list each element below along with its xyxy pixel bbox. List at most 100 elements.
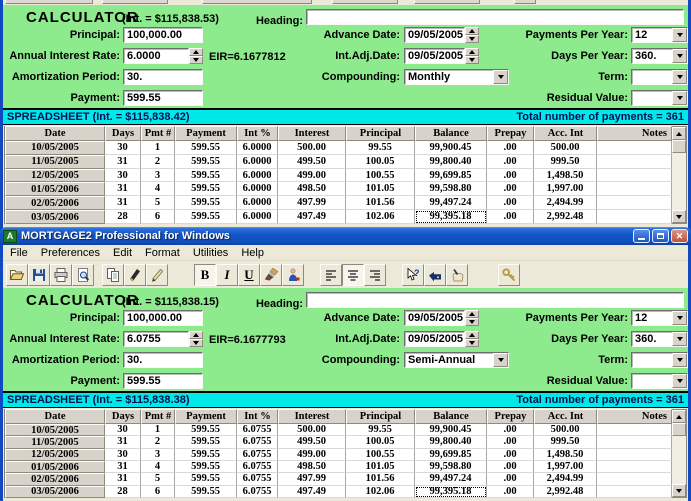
heading-input[interactable] bbox=[306, 292, 684, 308]
chevron-down-icon[interactable] bbox=[672, 28, 687, 42]
residual-value-select[interactable] bbox=[631, 90, 688, 106]
row-days-cell[interactable]: 30 bbox=[105, 169, 141, 183]
amortization-input[interactable]: 30. bbox=[123, 352, 203, 368]
row-prepay-cell[interactable]: .00 bbox=[487, 182, 534, 196]
row-days-cell[interactable]: 30 bbox=[105, 424, 141, 436]
row-acc-int-cell[interactable]: 500.00 bbox=[534, 141, 597, 155]
row-date-cell[interactable]: 01/05/2006 bbox=[5, 461, 105, 473]
pen-button[interactable] bbox=[146, 264, 168, 286]
row-int-pct-cell[interactable]: 6.0000 bbox=[237, 196, 278, 210]
table-row[interactable]: 03/05/2006 28 6 599.55 6.0000 497.49 102… bbox=[5, 210, 672, 224]
row-int-pct-cell[interactable]: 6.0000 bbox=[237, 169, 278, 183]
payments-per-year-select[interactable]: 12 bbox=[631, 310, 688, 326]
row-date-cell[interactable]: 11/05/2005 bbox=[5, 436, 105, 448]
int-adj-date-input[interactable]: 09/05/2005 bbox=[404, 48, 465, 64]
row-prepay-cell[interactable]: .00 bbox=[487, 196, 534, 210]
principal-input[interactable]: 100,000.00 bbox=[123, 310, 203, 326]
row-pmt-cell[interactable]: 3 bbox=[141, 449, 175, 461]
row-notes-cell[interactable] bbox=[597, 424, 672, 436]
menu-file[interactable]: File bbox=[10, 247, 28, 259]
payment-input[interactable]: 599.55 bbox=[123, 373, 203, 389]
row-int-pct-cell[interactable]: 6.0000 bbox=[237, 182, 278, 196]
row-interest-cell[interactable]: 499.00 bbox=[278, 449, 346, 461]
days-per-year-select[interactable]: 360. bbox=[631, 48, 688, 64]
term-select[interactable] bbox=[631, 69, 688, 85]
advance-date-spinner[interactable] bbox=[465, 27, 479, 43]
row-interest-cell[interactable]: 498.50 bbox=[278, 461, 346, 473]
term-select[interactable] bbox=[631, 352, 688, 368]
row-payment-cell[interactable]: 599.55 bbox=[175, 436, 237, 448]
row-prepay-cell[interactable]: .00 bbox=[487, 169, 534, 183]
color-painter-button[interactable] bbox=[282, 264, 304, 286]
row-date-cell[interactable]: 10/05/2005 bbox=[5, 141, 105, 155]
row-days-cell[interactable]: 30 bbox=[105, 141, 141, 155]
copy-button[interactable] bbox=[102, 264, 124, 286]
amortization-input[interactable]: 30. bbox=[123, 69, 203, 85]
row-principal-cell[interactable]: 100.05 bbox=[346, 436, 415, 448]
row-balance-cell[interactable]: 99,800.40 bbox=[415, 155, 487, 169]
row-interest-cell[interactable]: 497.99 bbox=[278, 196, 346, 210]
chevron-down-icon[interactable] bbox=[672, 311, 687, 325]
row-principal-cell[interactable]: 99.55 bbox=[346, 141, 415, 155]
row-payment-cell[interactable]: 599.55 bbox=[175, 449, 237, 461]
table-row[interactable]: 01/05/2006 31 4 599.55 6.0755 498.50 101… bbox=[5, 461, 672, 473]
row-notes-cell[interactable] bbox=[597, 182, 672, 196]
row-pmt-cell[interactable]: 1 bbox=[141, 141, 175, 155]
table-row[interactable]: 03/05/2006 28 6 599.55 6.0755 497.49 102… bbox=[5, 486, 672, 498]
context-help-button[interactable]: ? bbox=[402, 264, 424, 286]
row-principal-cell[interactable]: 100.55 bbox=[346, 169, 415, 183]
spinner-down-icon[interactable] bbox=[465, 339, 479, 347]
row-days-cell[interactable]: 31 bbox=[105, 196, 141, 210]
chevron-down-icon[interactable] bbox=[672, 374, 687, 388]
table-row[interactable]: 10/05/2005 30 1 599.55 6.0000 500.00 99.… bbox=[5, 141, 672, 155]
spinner-down-icon[interactable] bbox=[189, 339, 203, 347]
row-days-cell[interactable]: 31 bbox=[105, 436, 141, 448]
menu-format[interactable]: Format bbox=[145, 247, 180, 259]
spinner-up-icon[interactable] bbox=[189, 331, 203, 339]
row-pmt-cell[interactable]: 4 bbox=[141, 461, 175, 473]
int-adj-date-spinner[interactable] bbox=[465, 48, 479, 64]
row-balance-cell[interactable]: 99,800.40 bbox=[415, 436, 487, 448]
row-payment-cell[interactable]: 599.55 bbox=[175, 155, 237, 169]
row-days-cell[interactable]: 28 bbox=[105, 210, 141, 224]
row-prepay-cell[interactable]: .00 bbox=[487, 461, 534, 473]
row-principal-cell[interactable]: 99.55 bbox=[346, 424, 415, 436]
scroll-down-icon[interactable] bbox=[672, 484, 686, 497]
row-interest-cell[interactable]: 497.49 bbox=[278, 210, 346, 224]
row-balance-cell[interactable]: 99,598.80 bbox=[415, 461, 487, 473]
row-balance-cell[interactable]: 99,900.45 bbox=[415, 141, 487, 155]
spinner-up-icon[interactable] bbox=[465, 310, 479, 318]
row-int-pct-cell[interactable]: 6.0755 bbox=[237, 473, 278, 485]
chevron-down-icon[interactable] bbox=[672, 49, 687, 63]
menu-edit[interactable]: Edit bbox=[113, 247, 132, 259]
align-right-button[interactable] bbox=[364, 264, 386, 286]
row-days-cell[interactable]: 31 bbox=[105, 182, 141, 196]
col-notes[interactable]: Notes bbox=[597, 409, 672, 424]
row-days-cell[interactable]: 31 bbox=[105, 473, 141, 485]
row-payment-cell[interactable]: 599.55 bbox=[175, 473, 237, 485]
row-days-cell[interactable]: 28 bbox=[105, 486, 141, 498]
row-acc-int-cell[interactable]: 2,494.99 bbox=[534, 473, 597, 485]
row-principal-cell[interactable]: 101.56 bbox=[346, 473, 415, 485]
row-acc-int-cell[interactable]: 1,997.00 bbox=[534, 461, 597, 473]
col-payment[interactable]: Payment bbox=[175, 409, 237, 424]
advance-date-input[interactable]: 09/05/2005 bbox=[404, 27, 465, 43]
row-notes-cell[interactable] bbox=[597, 141, 672, 155]
spinner-up-icon[interactable] bbox=[189, 48, 203, 56]
rate-spinner[interactable] bbox=[189, 331, 203, 347]
row-acc-int-cell[interactable]: 500.00 bbox=[534, 424, 597, 436]
row-notes-cell[interactable] bbox=[597, 449, 672, 461]
row-principal-cell[interactable]: 102.06 bbox=[346, 486, 415, 498]
row-notes-cell[interactable] bbox=[597, 210, 672, 224]
row-payment-cell[interactable]: 599.55 bbox=[175, 196, 237, 210]
row-notes-cell[interactable] bbox=[597, 155, 672, 169]
col-date[interactable]: Date bbox=[5, 409, 105, 424]
close-button[interactable]: ✕ bbox=[671, 229, 688, 243]
col-interest[interactable]: Interest bbox=[278, 126, 346, 141]
row-principal-cell[interactable]: 102.06 bbox=[346, 210, 415, 224]
row-interest-cell[interactable]: 499.00 bbox=[278, 169, 346, 183]
row-payment-cell[interactable]: 599.55 bbox=[175, 486, 237, 498]
spinner-down-icon[interactable] bbox=[465, 318, 479, 326]
scroll-thumb[interactable] bbox=[672, 140, 686, 153]
row-prepay-cell[interactable]: .00 bbox=[487, 141, 534, 155]
